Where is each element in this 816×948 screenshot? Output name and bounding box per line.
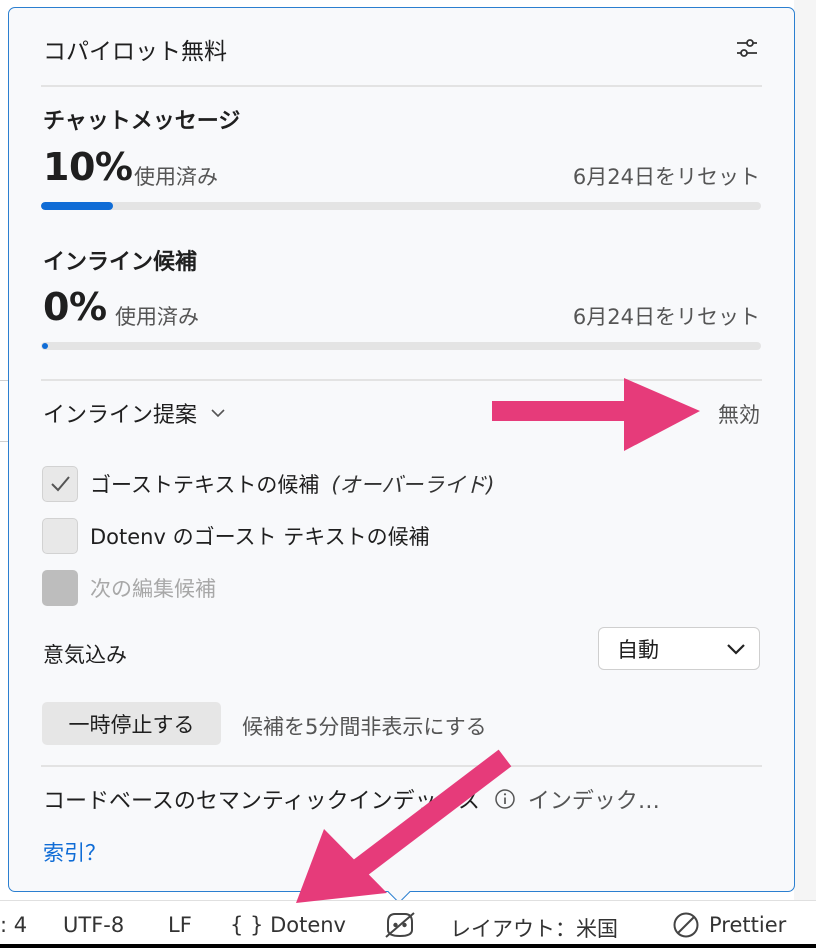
semantic-index-row: コードベースのセマンティックインデックス インデック… bbox=[43, 783, 763, 815]
checkbox-next-edit bbox=[42, 570, 78, 606]
chevron-down-icon bbox=[727, 643, 745, 655]
inline-suggestions-toggle[interactable]: インライン提案 bbox=[43, 397, 227, 429]
inline-usage-bar-fill bbox=[42, 343, 48, 349]
checkbox-row-next-edit: 次の編集候補 bbox=[42, 570, 216, 606]
inline-used-label: 使用済み bbox=[115, 305, 199, 329]
divider bbox=[41, 85, 762, 87]
inline-suggestions-state: 無効 bbox=[718, 403, 760, 427]
checkbox-ghost-text[interactable] bbox=[42, 466, 78, 502]
inline-suggestions-label: インライン提案 bbox=[43, 403, 198, 428]
background-editor-edge bbox=[794, 0, 816, 900]
copilot-icon[interactable] bbox=[383, 910, 417, 940]
motivation-select-value: 自動 bbox=[617, 637, 659, 662]
override-note: (オーバーライド) bbox=[331, 473, 495, 497]
semantic-index-label: コードベースのセマンティックインデックス bbox=[43, 789, 480, 814]
divider bbox=[41, 765, 762, 767]
info-icon[interactable] bbox=[494, 788, 516, 810]
popup-title: コパイロット無料 bbox=[43, 39, 227, 65]
chat-usage-percent: 10% bbox=[43, 145, 133, 189]
copilot-status-popup: コパイロット無料 チャットメッセージ 10% 使用済み 6月24日をリセット イ… bbox=[8, 7, 795, 892]
index-link[interactable]: 索引？ bbox=[43, 837, 106, 867]
checkbox-label: 次の編集候補 bbox=[90, 577, 216, 601]
checkbox-label: ゴーストテキストの候補 bbox=[90, 473, 320, 497]
checkbox-row-ghost-text[interactable]: ゴーストテキストの候補 (オーバーライド) bbox=[42, 466, 495, 502]
checkbox-row-dotenv[interactable]: Dotenv のゴースト テキストの候補 bbox=[42, 518, 430, 554]
inline-usage-percent: 0% bbox=[43, 285, 107, 329]
chat-section-title: チャットメッセージ bbox=[43, 109, 241, 134]
status-bar: : 4 UTF-8 LF { } Dotenv レイアウト：米国 Prettie… bbox=[0, 900, 816, 948]
statusbar-indent[interactable]: : 4 bbox=[0, 913, 27, 937]
checkmark-icon bbox=[51, 476, 70, 492]
inline-reset-label: 6月24日をリセット bbox=[572, 305, 760, 329]
chat-usage-bar bbox=[41, 202, 761, 210]
statusbar-language[interactable]: { } Dotenv bbox=[230, 913, 346, 937]
checkbox-dotenv[interactable] bbox=[42, 518, 78, 554]
inline-usage-bar bbox=[41, 342, 761, 350]
window-bottom-edge bbox=[0, 944, 816, 948]
chat-usage-bar-fill bbox=[41, 202, 113, 210]
chat-reset-label: 6月24日をリセット bbox=[572, 165, 760, 189]
chevron-down-icon bbox=[211, 409, 225, 418]
statusbar-prettier[interactable]: Prettier bbox=[709, 913, 786, 937]
pause-button[interactable]: 一時停止する bbox=[42, 702, 221, 745]
divider bbox=[41, 379, 762, 381]
statusbar-encoding[interactable]: UTF-8 bbox=[63, 913, 124, 937]
inline-section-title: インライン候補 bbox=[43, 250, 198, 275]
chat-used-label: 使用済み bbox=[134, 165, 218, 189]
motivation-select[interactable]: 自動 bbox=[598, 627, 760, 670]
pause-description: 候補を5分間非表示にする bbox=[242, 715, 487, 739]
statusbar-eol[interactable]: LF bbox=[168, 913, 192, 937]
motivation-label: 意気込み bbox=[43, 643, 127, 667]
checkbox-label: Dotenv のゴースト テキストの候補 bbox=[90, 525, 430, 549]
statusbar-layout[interactable]: レイアウト：米国 bbox=[450, 913, 618, 943]
semantic-index-status: インデック… bbox=[527, 789, 660, 814]
sliders-icon[interactable] bbox=[734, 35, 760, 61]
prohibited-icon bbox=[673, 912, 699, 938]
